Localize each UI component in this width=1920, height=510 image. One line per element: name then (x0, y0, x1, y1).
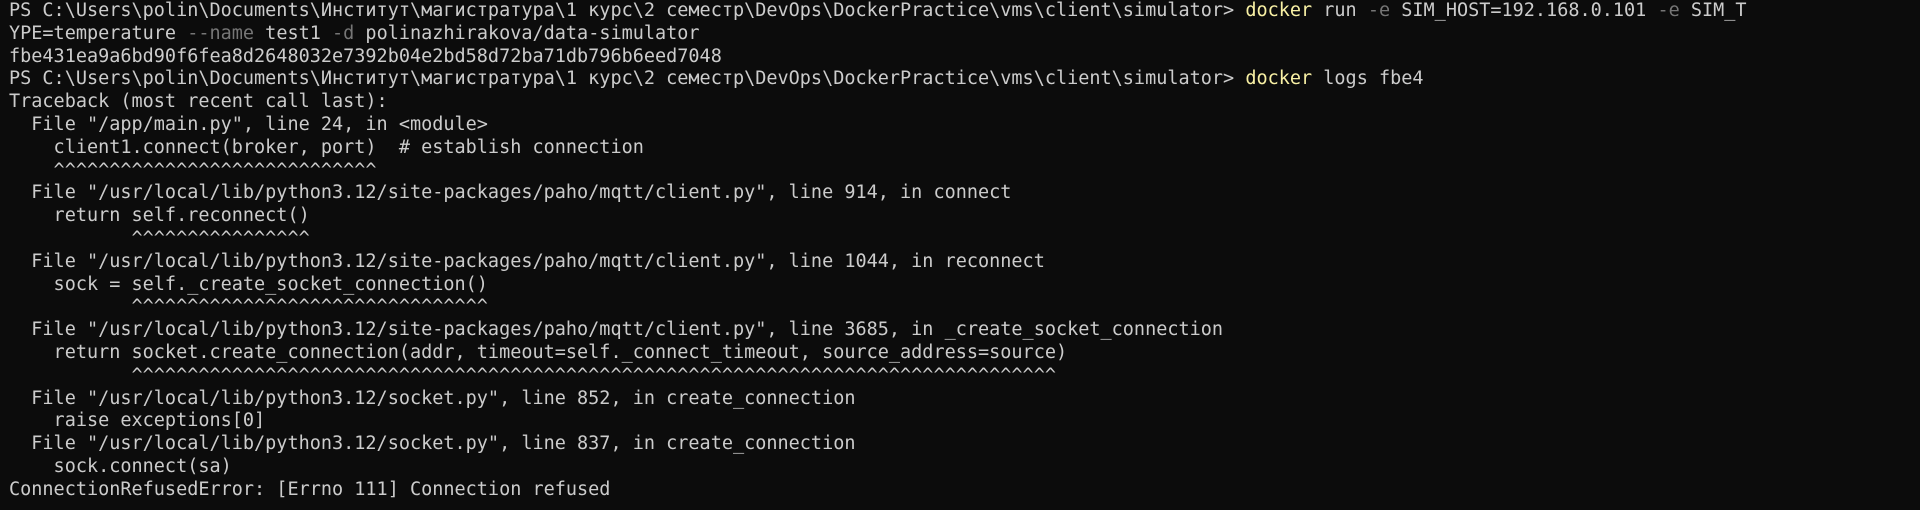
traceback-line: ^^^^^^^^^^^^^^^^^^^^^^^^^^^^^^^^ (9, 296, 488, 318)
traceback-line: sock.connect(sa) (9, 455, 232, 477)
traceback-line: ^^^^^^^^^^^^^^^^^^^^^^^^^^^^^ (9, 159, 377, 181)
flag-e: -e (1367, 0, 1391, 21)
traceback-line: ^^^^^^^^^^^^^^^^^^^^^^^^^^^^^^^^^^^^^^^^… (9, 364, 1056, 386)
command-line-run-wrap: YPE=temperature --name test1 -d polinazh… (9, 23, 1920, 46)
traceback-line: return self.reconnect() (9, 205, 310, 227)
traceback-line: return socket.create_connection(addr, ti… (9, 341, 1068, 363)
flag-e: -e (1657, 0, 1680, 21)
command-name: docker (1245, 0, 1313, 21)
env-var-host: SIM_HOST=192.168.0.101 (1390, 0, 1658, 21)
traceback-line: File "/app/main.py", line 24, in <module… (9, 113, 488, 135)
traceback-line: Traceback (most recent call last): (9, 91, 388, 113)
traceback-line: client1.connect(broker, port) # establis… (9, 136, 644, 158)
command-sub: run (1312, 0, 1368, 21)
prompt: PS C:\Users\polin\Documents\Институт\маг… (9, 0, 1246, 21)
traceback-line: File "/usr/local/lib/python3.12/socket.p… (9, 387, 856, 409)
flag-name: --name (187, 22, 255, 44)
command-args: logs fbe4 (1312, 68, 1424, 90)
command-name: docker (1245, 68, 1313, 90)
error-message: ConnectionRefusedError: [Errno 111] Conn… (9, 478, 611, 500)
traceback-line: sock = self._create_socket_connection() (9, 273, 488, 295)
flag-d: -d (332, 22, 355, 44)
prompt: PS C:\Users\polin\Documents\Институт\маг… (9, 68, 1246, 90)
image-name: polinazhirakova/data-simulator (354, 22, 700, 44)
command-line-logs: PS C:\Users\polin\Documents\Институт\маг… (9, 68, 1920, 91)
container-name: test1 (254, 22, 333, 44)
command-line-run: PS C:\Users\polin\Documents\Институт\маг… (9, 0, 1920, 23)
traceback-line: raise exceptions[0] (9, 410, 266, 432)
traceback-line: File "/usr/local/lib/python3.12/site-pac… (9, 319, 1224, 341)
traceback-line: File "/usr/local/lib/python3.12/socket.p… (9, 433, 856, 455)
traceback-line: File "/usr/local/lib/python3.12/site-pac… (9, 182, 1012, 204)
traceback-line: File "/usr/local/lib/python3.12/site-pac… (9, 250, 1045, 272)
terminal-window[interactable]: PS C:\Users\polin\Documents\Институт\маг… (0, 0, 1920, 510)
env-var-type-continued: YPE=temperature (9, 22, 188, 44)
traceback-line: ^^^^^^^^^^^^^^^^ (9, 227, 310, 249)
container-id-output: fbe431ea9a6bd90f6fea8d2648032e7392b04e2b… (9, 45, 722, 67)
env-var-type: SIM_T (1679, 0, 1747, 21)
